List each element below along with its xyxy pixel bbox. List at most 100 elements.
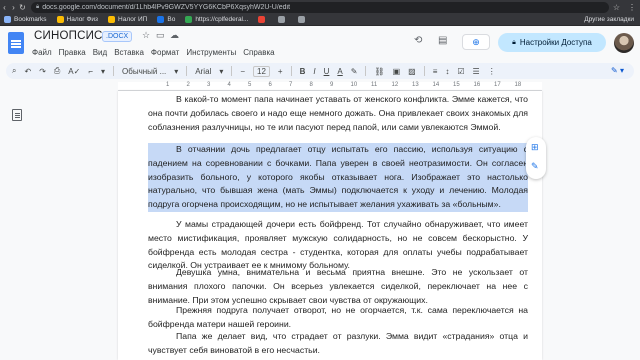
paragraph[interactable]: В какой-то момент папа начинает уставать… <box>148 93 528 134</box>
menu-item[interactable]: Вид <box>93 48 107 57</box>
bookmark-icon <box>4 16 11 23</box>
bookmark-icon <box>258 16 266 23</box>
spellcheck-icon[interactable]: A✓ <box>68 67 80 76</box>
ruler-tick-label: 16 <box>473 82 481 88</box>
bookmark-icon <box>157 16 165 23</box>
menu-item[interactable]: Справка <box>243 48 274 57</box>
align-icon[interactable]: ≡ <box>433 67 438 76</box>
bookmark-icon <box>108 16 116 23</box>
present-button[interactable]: ⊕ <box>462 34 490 50</box>
bulleted-list-icon[interactable]: ☰ <box>473 67 480 76</box>
divider <box>423 66 425 76</box>
bookmark-item[interactable]: Bo <box>157 16 175 23</box>
add-comment-icon[interactable]: ⊞ <box>531 142 539 153</box>
image-icon[interactable]: ▨ <box>408 67 416 76</box>
avatar[interactable] <box>614 33 634 53</box>
line-spacing-icon[interactable]: ↕ <box>445 67 449 76</box>
ruler-tick-label: 8 <box>309 82 313 88</box>
cloud-status-icon[interactable]: ☁ <box>170 30 179 41</box>
editing-mode-icon[interactable]: ✎ ▾ <box>611 66 624 75</box>
docs-logo-icon[interactable] <box>8 32 24 54</box>
address-bar[interactable]: 🔒︎ docs.google.com/document/d/1Lhb4lPv9G… <box>31 1 609 13</box>
lock-icon: 🔒︎ <box>512 38 516 46</box>
bookmark-item[interactable]: Налог Физ <box>56 16 99 23</box>
print-icon[interactable]: ⎙ <box>54 66 60 76</box>
paragraph[interactable]: Прежняя подруга получает отворот, но не … <box>148 304 528 332</box>
search-icon[interactable]: ⌕ <box>12 66 16 76</box>
paint-format-icon[interactable]: ⌐ <box>88 67 93 76</box>
floating-tools: ⊞ ✎ <box>526 137 546 179</box>
italic-icon[interactable]: I <box>313 67 315 76</box>
underline-icon[interactable]: U <box>324 67 330 76</box>
ruler-tick-label: 9 <box>330 82 334 88</box>
ruler-tick-label: 1 <box>166 82 170 88</box>
bookmark-icon <box>185 16 193 23</box>
chevron-down-icon: ▾ <box>219 66 224 76</box>
bookmark-label: Налог ИП <box>118 16 148 23</box>
checklist-icon[interactable]: ☑ <box>457 67 464 76</box>
menu-item[interactable]: Инструменты <box>186 48 236 57</box>
bookmark-item[interactable]: Налог ИП <box>108 16 147 23</box>
highlight-icon[interactable]: ✎ <box>351 67 358 76</box>
ruler-tick-label: 6 <box>268 82 272 88</box>
bookmark-item[interactable]: https://cplfederal... <box>185 16 248 23</box>
history-icon[interactable]: ⟲ <box>414 35 422 46</box>
ruler-tick-label: 12 <box>391 82 399 88</box>
suggest-edit-icon[interactable]: ✎ <box>531 161 539 172</box>
bookmark-item[interactable] <box>258 16 268 23</box>
reload-icon[interactable]: ↻ <box>18 3 27 12</box>
bookmark-item[interactable] <box>298 16 308 23</box>
bookmark-item[interactable] <box>278 16 288 23</box>
outline-icon[interactable] <box>12 109 22 121</box>
bookmark-icon <box>56 16 64 23</box>
bold-icon[interactable]: B <box>300 67 306 76</box>
share-button[interactable]: 🔒︎ Настройки Доступа <box>498 33 606 52</box>
formatting-toolbar: ⌕ ↶ ↷ ⎙ A✓ ⌐ ▾ Обычный ... ▾ Arial ▾ − 1… <box>6 63 634 79</box>
style-select[interactable]: Обычный ... <box>122 67 166 76</box>
docs-header: СИНОПСИС .DOCX ☆ ▭ ☁ Файл Правка Вид Вставк… <box>0 26 640 62</box>
divider <box>290 66 292 76</box>
ruler-tick-label: 5 <box>248 82 252 88</box>
comment-icon[interactable]: ▣ <box>393 67 401 76</box>
move-folder-icon[interactable]: ▭ <box>156 30 165 41</box>
paragraph[interactable]: У мамы страдающей дочери есть бойфренд. … <box>148 218 528 273</box>
font-select[interactable]: Arial <box>195 67 211 76</box>
link-icon[interactable]: ⛓ <box>374 67 384 76</box>
other-bookmarks[interactable]: Другие закладки <box>584 16 634 23</box>
forward-icon[interactable]: › <box>9 3 18 12</box>
font-size-increase-icon[interactable]: + <box>278 67 283 76</box>
lock-icon: 🔒︎ <box>36 3 40 10</box>
bookmark-label: https://cplfederal... <box>195 16 249 23</box>
font-size-input[interactable]: 12 <box>253 65 270 77</box>
undo-icon[interactable]: ↶ <box>24 67 31 76</box>
menu-item[interactable]: Вставка <box>114 48 144 57</box>
bookmark-label: Налог Физ <box>66 16 99 23</box>
comments-icon[interactable]: ▤ <box>438 35 447 46</box>
menu-item[interactable]: Правка <box>59 48 86 57</box>
paragraph[interactable]: Девушка умна, внимательна и весьма прият… <box>148 266 528 307</box>
bookmark-icon <box>278 16 286 23</box>
paragraph[interactable]: Папа же делает вид, что страдает от разл… <box>148 330 528 358</box>
bookmark-item[interactable]: Bookmarks <box>4 16 47 23</box>
present-icon: ⊕ <box>472 37 480 47</box>
paragraph-selected[interactable]: В отчаянии дочь предлагает отцу испытать… <box>148 143 528 212</box>
extensions-icon[interactable]: ⋮ <box>628 3 636 12</box>
bookmark-star-icon[interactable]: ☆ <box>613 3 620 12</box>
document-page[interactable]: В какой-то момент папа начинает уставать… <box>118 91 542 360</box>
ruler-tick-label: 17 <box>494 82 501 88</box>
bookmark-icon <box>298 16 306 23</box>
address-bar-url: docs.google.com/document/d/1Lhb4lPv9GWZV… <box>42 3 291 11</box>
text-color-icon[interactable]: A <box>337 67 342 76</box>
font-size-decrease-icon[interactable]: − <box>240 67 245 76</box>
menu-item[interactable]: Формат <box>151 48 179 57</box>
menu-item[interactable]: Файл <box>32 48 52 57</box>
back-icon[interactable]: ‹ <box>0 3 9 12</box>
star-icon[interactable]: ☆ <box>142 30 150 41</box>
more-icon[interactable]: ⋮ <box>488 67 496 76</box>
divider <box>186 66 188 76</box>
document-title[interactable]: СИНОПСИС <box>34 30 103 42</box>
redo-icon[interactable]: ↷ <box>39 67 46 76</box>
ruler-tick-label: 4 <box>227 82 231 88</box>
bookmark-label: Bo <box>167 16 176 23</box>
zoom-select[interactable]: ▾ <box>101 67 105 76</box>
